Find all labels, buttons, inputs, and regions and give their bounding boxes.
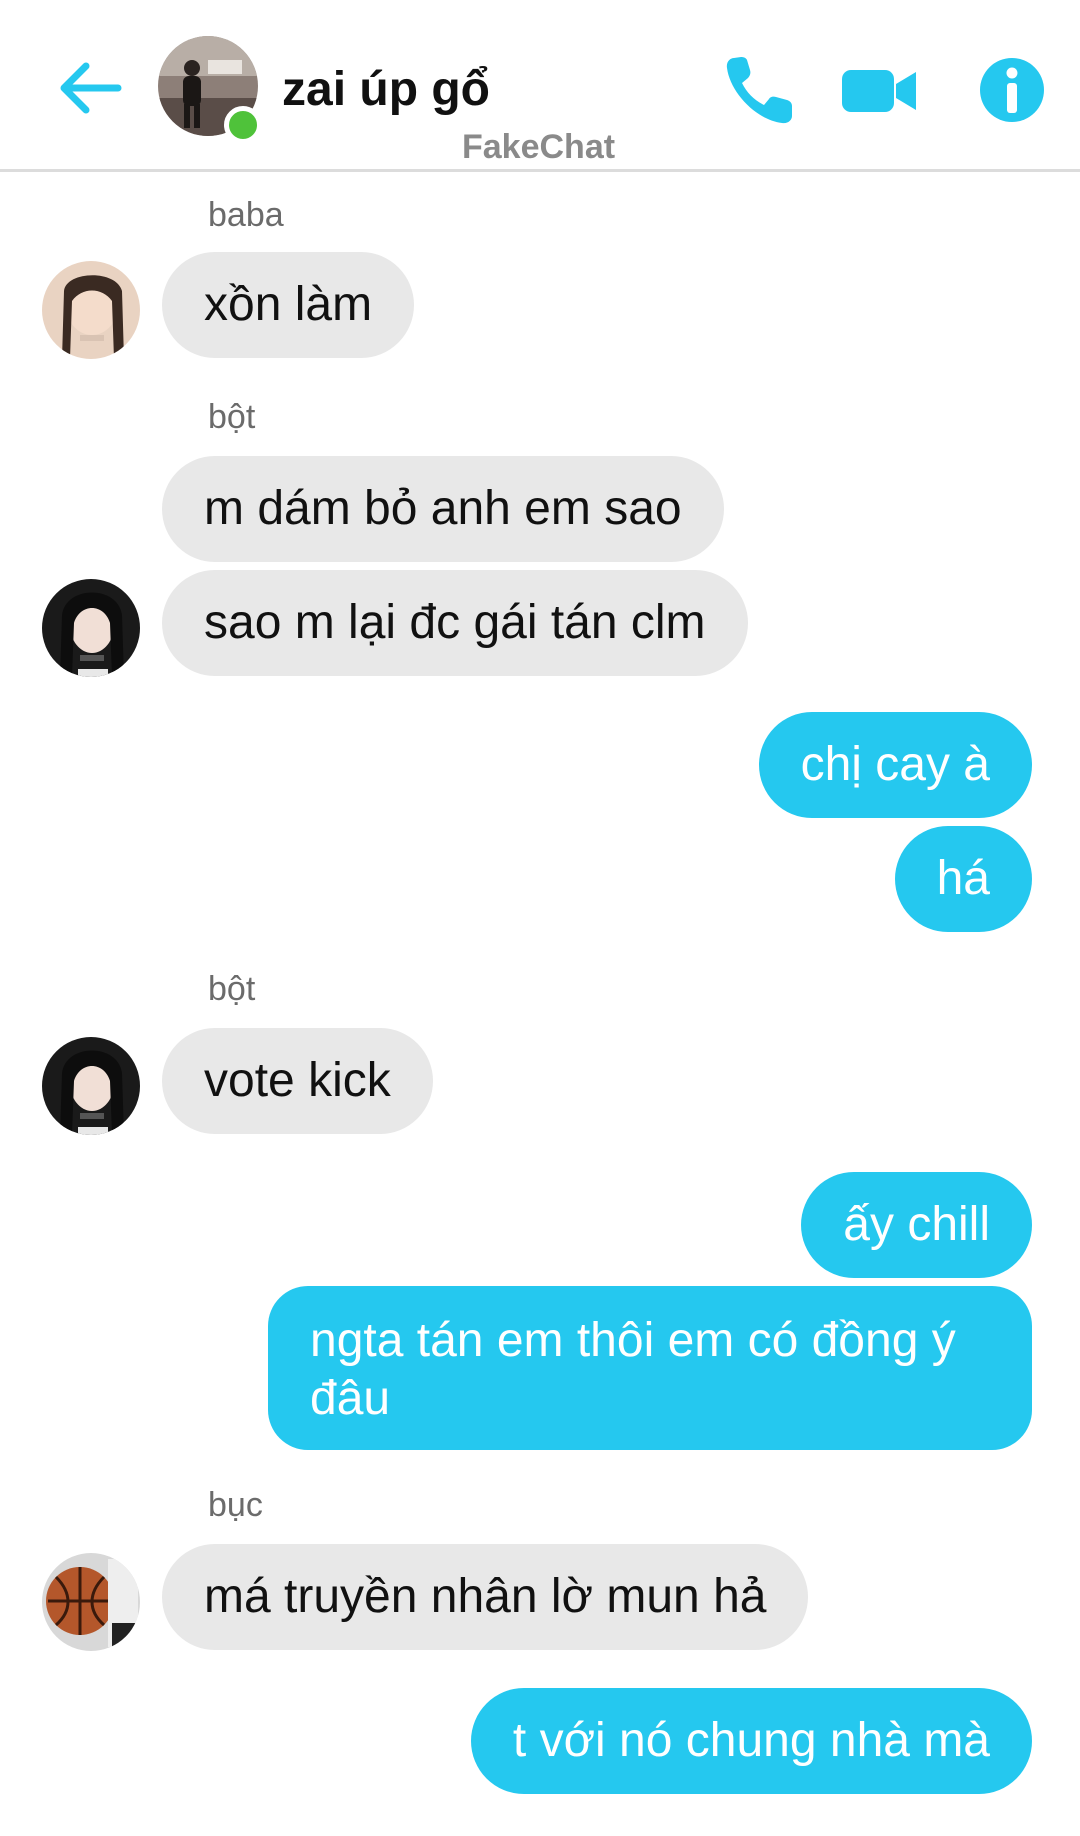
message-bubble-outgoing[interactable]: chị cay à <box>758 712 1032 818</box>
video-camera-icon <box>842 70 916 112</box>
message-bubble-incoming[interactable]: vote kick <box>162 1028 433 1134</box>
message-bubble-incoming[interactable]: má truyền nhân lờ mun hả <box>162 1544 809 1650</box>
phone-icon <box>726 57 792 124</box>
message-bubble-outgoing[interactable]: ngta tán em thôi em có đồng ý đâu <box>268 1286 1032 1450</box>
sender-name: baba <box>208 196 284 234</box>
message-bubble-outgoing[interactable]: há <box>894 826 1032 932</box>
sender-name: bột <box>208 970 256 1008</box>
chat-title: zai úp gổ <box>282 63 490 116</box>
call-button[interactable] <box>718 48 802 132</box>
avatar-bot[interactable] <box>42 1037 140 1135</box>
avatar-bot[interactable] <box>42 579 140 677</box>
sender-name: bục <box>208 1486 263 1524</box>
back-arrow-icon <box>60 62 122 114</box>
chat-header: zai úp gổ FakeChat <box>0 0 1080 172</box>
message-bubble-incoming[interactable]: m dám bỏ anh em sao <box>162 456 724 562</box>
message-bubble-incoming[interactable]: xồn làm <box>162 252 415 358</box>
avatar-buc[interactable] <box>42 1553 140 1651</box>
info-icon <box>980 58 1044 122</box>
sender-name: bột <box>208 398 256 436</box>
app-watermark: FakeChat <box>462 128 616 166</box>
message-bubble-outgoing[interactable]: ấy chill <box>801 1172 1032 1278</box>
avatar-baba[interactable] <box>42 261 140 359</box>
message-bubble-outgoing[interactable]: t với nó chung nhà mà <box>470 1688 1032 1794</box>
info-button[interactable] <box>970 48 1054 132</box>
back-button[interactable] <box>52 50 132 130</box>
online-status-indicator <box>224 106 262 144</box>
video-call-button[interactable] <box>838 48 922 132</box>
message-bubble-incoming[interactable]: sao m lại đc gái tán clm <box>162 570 748 676</box>
